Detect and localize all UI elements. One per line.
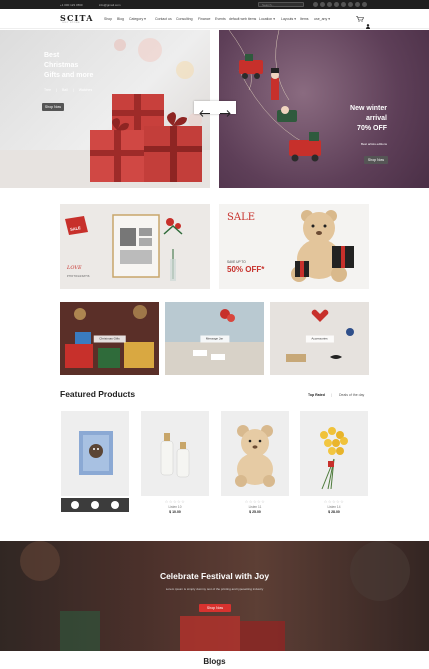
product-name[interactable]: Listen 14 [300, 505, 368, 509]
product-image[interactable] [141, 411, 209, 496]
product-card[interactable]: ☆☆☆☆☆ Listen 11 $ 25.00 [221, 411, 289, 514]
compare-icon[interactable] [91, 501, 99, 509]
banner-save-up-to: SAVE UP TO [227, 260, 246, 264]
product-price: $ 25.00 [249, 510, 261, 514]
banner-sale-word: SALE [227, 212, 256, 223]
main-header: SCITA GIFT STORE Shop Blog Category ▾ Co… [0, 9, 429, 29]
category-label: Accessories [305, 335, 334, 342]
gift-boxes-image [0, 38, 210, 188]
arrow-left-icon[interactable] [199, 104, 210, 122]
hero-right-subtitle: Best artists editions [360, 142, 387, 146]
tab-divider: | [331, 392, 333, 397]
product-price: $ 28.00 [328, 510, 340, 514]
category-accessories[interactable]: Accessories [270, 302, 369, 375]
twitter-icon[interactable] [320, 2, 325, 7]
search-input[interactable]: Search... [258, 2, 304, 7]
menu-item-finance[interactable]: Finance [198, 17, 210, 21]
email-text: info@gmail.com [99, 2, 121, 7]
top-bar: +1 000 123 4560 info@gmail.com Search... [0, 0, 429, 9]
facebook-icon[interactable] [313, 2, 318, 7]
product-name[interactable]: Listen 11 [221, 505, 289, 509]
menu-item-blog[interactable]: Blog [117, 17, 124, 21]
category-label: Message Jar [199, 335, 230, 342]
menu-item-items[interactable]: Items [300, 17, 309, 21]
menu-item-more[interactable]: use_any ▾ [314, 17, 330, 21]
festival-subtitle: Lorem ipsum is simply dummy text of the … [165, 587, 264, 591]
hero-right-shop-button[interactable]: Shop Now [364, 156, 388, 164]
banner-photographs-text: PHOTOGRAPHS [67, 275, 90, 278]
tab-deals-of-the-day[interactable]: Deals of the day [339, 393, 364, 397]
banner-love-text: LOVE [67, 265, 82, 271]
hero-left-shop-button[interactable]: Shop Now [42, 103, 64, 111]
product-image[interactable] [61, 411, 129, 496]
linkedin-icon[interactable] [355, 2, 360, 7]
category-label: Christmas Gifts [93, 335, 126, 342]
product-image[interactable] [300, 411, 368, 496]
product-name[interactable]: Listen 10 [141, 505, 209, 509]
product-price: $ 10.00 [169, 510, 181, 514]
menu-item-contact[interactable]: Contact us [155, 17, 172, 21]
hero-slide-christmas: Best Christmas Gifts and more Tree | Bal… [0, 30, 210, 188]
tab-top-rated[interactable]: Top Rated [308, 393, 325, 397]
hero-slide-winter: New winter arrival 70% OFF Best artists … [219, 30, 429, 188]
menu-item-events[interactable]: Events [215, 17, 226, 21]
phone-text: +1 000 123 4560 [60, 2, 83, 7]
user-icon[interactable] [366, 16, 370, 29]
menu-item-consulting[interactable]: Consulting [176, 17, 193, 21]
product-card[interactable]: ☆☆☆☆☆ Listen 14 $ 28.00 [300, 411, 368, 514]
banner-save-50[interactable]: SALE SAVE UP TO 50% OFF* [219, 204, 369, 289]
banner-love-photographs[interactable]: SALE LOVE PHOTOGRAPHS [60, 204, 210, 289]
rating-stars: ☆☆☆☆☆ [164, 499, 186, 504]
category-message-jar[interactable]: Message Jar [165, 302, 264, 375]
pinterest-icon[interactable] [334, 2, 339, 7]
rss-icon[interactable] [362, 2, 367, 7]
festival-title: Celebrate Festival with Joy [159, 571, 270, 581]
product-card[interactable]: ☆☆☆☆☆ Listen 10 $ 10.00 [141, 411, 209, 514]
festival-background-image [0, 541, 429, 651]
arrow-right-icon[interactable] [220, 104, 231, 122]
wishlist-icon[interactable] [71, 501, 79, 509]
hero-left-title: Best Christmas Gifts and more [44, 52, 94, 79]
rating-stars: ☆☆☆☆☆ [244, 499, 266, 504]
site-logo-tagline: GIFT STORE [62, 22, 81, 24]
festival-banner: Celebrate Festival with Joy Lorem ipsum … [0, 541, 429, 651]
product-action-bar [61, 498, 129, 512]
festival-shop-button[interactable]: Shop Now [199, 604, 231, 612]
hero-link-watches[interactable]: Watches [79, 88, 93, 92]
featured-products-title: Featured Products [60, 389, 136, 399]
cart-add-icon[interactable] [111, 501, 119, 509]
banner-discount: 50% OFF* [227, 265, 265, 274]
youtube-icon[interactable] [341, 2, 346, 7]
category-christmas-gifts[interactable]: Christmas Gifts [60, 302, 159, 375]
google-icon[interactable] [348, 2, 353, 7]
menu-item-location[interactable]: Location ▾ [259, 17, 275, 21]
menu-item-default[interactable]: default web items [229, 17, 256, 21]
menu-item-category[interactable]: Category ▾ [129, 17, 146, 21]
hero-left-links: Tree | Ball | Watches [44, 88, 93, 92]
menu-item-layouts[interactable]: Layouts ▾ [281, 17, 296, 21]
menu-item-shop[interactable]: Shop [104, 17, 112, 21]
hero-link-ball[interactable]: Ball [62, 88, 68, 92]
slider-arrows [194, 101, 236, 117]
hero-link-tree[interactable]: Tree [44, 88, 51, 92]
instagram-icon[interactable] [327, 2, 332, 7]
hero-right-title: New winter arrival 70% OFF [350, 105, 387, 132]
product-image[interactable] [221, 411, 289, 496]
rating-stars: ☆☆☆☆☆ [323, 499, 345, 504]
product-card[interactable] [61, 411, 129, 512]
blogs-title: Blogs [203, 657, 226, 666]
cart-icon[interactable] [356, 16, 364, 24]
